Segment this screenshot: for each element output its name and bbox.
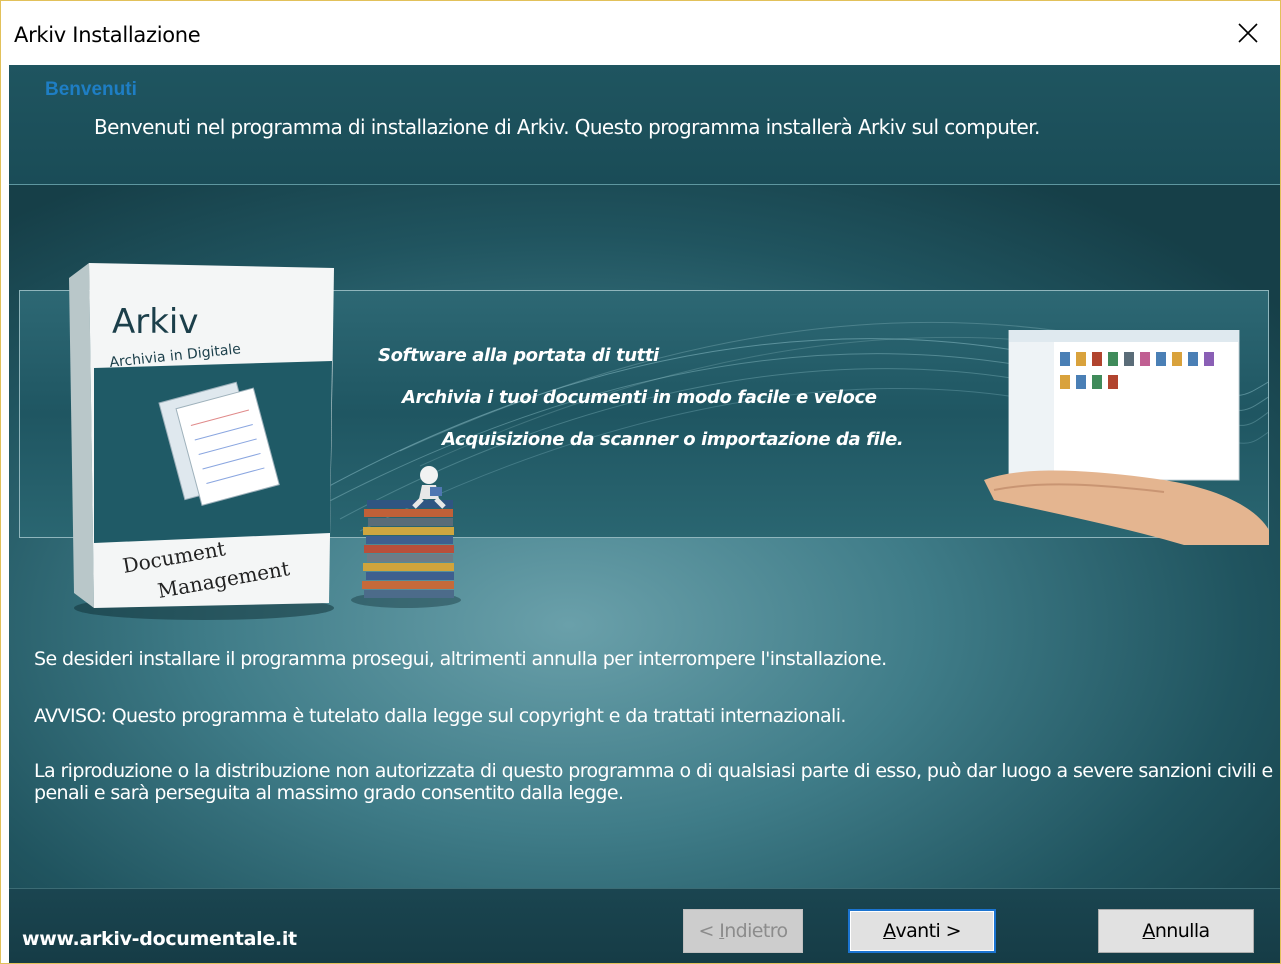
- next-button-access-key: A: [883, 920, 896, 942]
- folder-stack-image: [351, 466, 461, 608]
- product-box-image: Arkiv Archivia in Digitale Document Mana…: [69, 263, 334, 620]
- tagline-2: Archivia i tuoi documenti in modo facile…: [402, 387, 877, 408]
- box-product-name: Arkiv: [112, 302, 199, 342]
- window-title: Arkiv Installazione: [14, 23, 201, 47]
- back-button-prefix: <: [698, 920, 720, 942]
- website-url: www.arkiv-documentale.it: [22, 928, 297, 950]
- hand-screen-image: [984, 330, 1269, 545]
- back-button-rest: ndietro: [724, 920, 788, 942]
- wizard-footer: www.arkiv-documentale.it < Indietro Avan…: [9, 888, 1280, 963]
- title-bar: Arkiv Installazione: [1, 1, 1280, 65]
- close-icon: [1238, 23, 1258, 43]
- back-button[interactable]: < Indietro: [683, 909, 803, 953]
- install-prompt-text: Se desideri installare il programma pros…: [34, 648, 887, 670]
- installer-window: Arkiv Installazione Benvenuti Benvenuti …: [0, 0, 1281, 964]
- tagline-3: Acquisizione da scanner o importazione d…: [442, 429, 904, 450]
- wizard-header: Benvenuti Benvenuti nel programma di ins…: [9, 65, 1280, 185]
- cancel-button-rest: nnulla: [1154, 920, 1210, 942]
- tagline-1: Software alla portata di tutti: [378, 345, 659, 366]
- next-button[interactable]: Avanti >: [848, 909, 996, 953]
- legal-notice-text: La riproduzione o la distribuzione non a…: [34, 760, 1273, 804]
- cancel-button-access-key: A: [1142, 920, 1155, 942]
- copyright-warning-text: AVVISO: Questo programma è tutelato dall…: [34, 705, 846, 727]
- page-title: Benvenuti: [45, 79, 137, 100]
- cancel-button[interactable]: Annulla: [1098, 909, 1254, 953]
- wizard-client-area: Benvenuti Benvenuti nel programma di ins…: [9, 65, 1280, 963]
- close-button[interactable]: [1216, 1, 1280, 65]
- page-description: Benvenuti nel programma di installazione…: [94, 115, 1040, 139]
- next-button-rest: vanti >: [895, 920, 961, 942]
